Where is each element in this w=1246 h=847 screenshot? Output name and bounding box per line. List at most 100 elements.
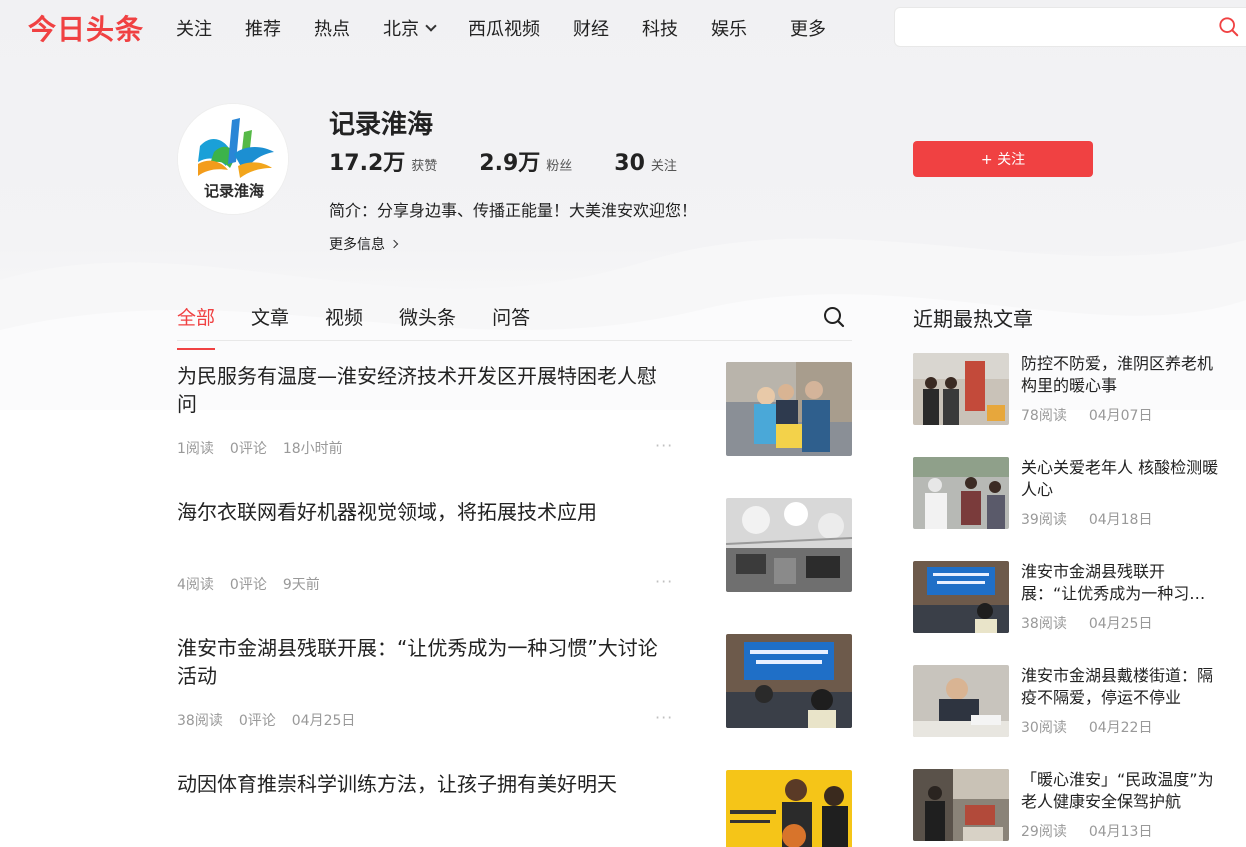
top-nav: 关注 推荐 热点 北京 西瓜视频 财经 科技 娱乐 更多	[176, 15, 859, 41]
hot-article-thumbnail[interactable]	[913, 561, 1009, 633]
sidebar-title: 近期最热文章	[913, 307, 1033, 331]
hot-article-reads: 30阅读	[1021, 720, 1067, 736]
hot-article-reads: 38阅读	[1021, 616, 1067, 632]
article-thumbnail[interactable]	[726, 498, 852, 592]
tab-videos[interactable]: 视频	[325, 303, 363, 342]
nav-item-entertainment[interactable]: 娱乐	[711, 15, 747, 41]
stat-fans-count: 2.9万	[479, 151, 541, 176]
more-options-icon[interactable]: ···	[655, 708, 673, 727]
article-thumbnail[interactable]	[726, 362, 852, 456]
hot-article-date: 04月25日	[1088, 616, 1153, 632]
hot-article-title[interactable]: 关心关爱老年人 核酸检测暖人心	[1021, 457, 1221, 501]
article-title[interactable]: 淮安市金湖县残联开展：“让优秀成为一种习惯”大讨论活动	[177, 634, 667, 690]
article-meta: 38阅读 0评论 04月25日	[177, 710, 371, 730]
article-comments: 0评论	[238, 713, 276, 729]
avatar-logo-text: 记录淮海	[204, 182, 264, 200]
article-time: 9天前	[282, 577, 320, 593]
hot-article-date: 04月18日	[1088, 512, 1153, 528]
article-meta: 4阅读 0评论 9天前	[177, 574, 336, 594]
toutiao-logo[interactable]: 今日头条	[28, 8, 144, 48]
nav-item-hot[interactable]: 热点	[314, 15, 350, 41]
stat-fans[interactable]: 2.9万 粉丝	[479, 145, 572, 177]
search-icon[interactable]	[822, 305, 846, 329]
tab-micro-posts[interactable]: 微头条	[399, 303, 456, 342]
avatar: 记录淮海	[177, 103, 289, 215]
nav-item-xigua[interactable]: 西瓜视频	[468, 15, 540, 41]
article-thumbnail[interactable]	[726, 770, 852, 847]
tabs-divider	[177, 340, 852, 341]
nav-item-recommend[interactable]: 推荐	[245, 15, 281, 41]
article-thumbnail[interactable]	[726, 634, 852, 728]
more-options-icon[interactable]: ···	[655, 572, 673, 591]
hot-article-title[interactable]: 淮安市金湖县残联开展：“让优秀成为一种习惯”大讨论活动	[1021, 561, 1221, 605]
stat-likes-count: 17.2万	[329, 151, 406, 176]
article-title[interactable]: 海尔衣联网看好机器视觉领域，将拓展技术应用	[177, 498, 667, 526]
more-options-icon[interactable]: ···	[655, 436, 673, 455]
stat-fans-label: 粉丝	[546, 159, 573, 174]
article-title[interactable]: 动因体育推崇科学训练方法，让孩子拥有美好明天	[177, 770, 667, 798]
nav-item-finance[interactable]: 财经	[573, 15, 609, 41]
follow-button[interactable]: + 关注	[913, 141, 1093, 177]
hot-article-thumbnail[interactable]	[913, 769, 1009, 841]
stat-likes-label: 获赞	[411, 159, 438, 174]
hot-article-title[interactable]: 「暖心淮安」“民政温度”为老人健康安全保驾护航	[1021, 769, 1221, 813]
hot-article-meta: 30阅读 04月22日	[1021, 717, 1174, 737]
article-reads: 38阅读	[177, 713, 223, 729]
tab-all[interactable]: 全部	[177, 303, 216, 350]
tab-articles[interactable]: 文章	[251, 303, 289, 342]
hot-article-thumbnail[interactable]	[913, 457, 1009, 529]
chevron-right-icon	[389, 239, 399, 249]
hot-article-title[interactable]: 防控不防爱，淮阴区养老机构里的暖心事	[1021, 353, 1221, 397]
hot-article-title[interactable]: 淮安市金湖县戴楼街道：隔疫不隔爱，停运不停业	[1021, 665, 1221, 709]
article-item[interactable]: 动因体育推崇科学训练方法，让孩子拥有美好明天	[177, 770, 852, 847]
search-input[interactable]	[894, 7, 1246, 47]
hot-article-meta: 39阅读 04月18日	[1021, 509, 1174, 529]
hot-article-meta: 78阅读 04月07日	[1021, 405, 1174, 425]
stat-following-label: 关注	[650, 159, 677, 174]
more-info-label: 更多信息	[329, 237, 385, 253]
hot-article-date: 04月07日	[1088, 408, 1153, 424]
stat-following[interactable]: 30 关注	[614, 151, 677, 176]
more-info-link[interactable]: 更多信息	[329, 234, 399, 254]
hot-article-item[interactable]: 「暖心淮安」“民政温度”为老人健康安全保驾护航 29阅读 04月13日	[913, 769, 1233, 841]
article-time: 04月25日	[291, 713, 356, 729]
nav-item-more[interactable]: 更多	[790, 15, 826, 41]
article-item[interactable]: 海尔衣联网看好机器视觉领域，将拓展技术应用 4阅读 0评论 9天前 ···	[177, 498, 852, 594]
article-time: 18小时前	[282, 441, 343, 457]
article-comments: 0评论	[229, 577, 267, 593]
article-item[interactable]: 为民服务有温度—淮安经济技术开发区开展特困老人慰问 1阅读 0评论 18小时前 …	[177, 362, 852, 458]
hot-article-item[interactable]: 淮安市金湖县戴楼街道：隔疫不隔爱，停运不停业 30阅读 04月22日	[913, 665, 1233, 737]
profile-stats: 17.2万 获赞 2.9万 粉丝 30 关注	[329, 145, 719, 177]
hot-article-date: 04月22日	[1088, 720, 1153, 736]
article-reads: 4阅读	[177, 577, 214, 593]
hot-article-reads: 39阅读	[1021, 512, 1067, 528]
content-tabs: 全部 文章 视频 微头条 问答	[177, 303, 566, 350]
hot-article-reads: 29阅读	[1021, 824, 1067, 840]
hot-article-thumbnail[interactable]	[913, 353, 1009, 425]
tab-qa[interactable]: 问答	[492, 303, 530, 342]
hot-article-meta: 29阅读 04月13日	[1021, 821, 1174, 841]
article-reads: 1阅读	[177, 441, 214, 457]
hot-article-meta: 38阅读 04月25日	[1021, 613, 1174, 633]
hot-article-date: 04月13日	[1088, 824, 1153, 840]
stat-likes: 17.2万 获赞	[329, 145, 437, 177]
article-meta: 1阅读 0评论 18小时前	[177, 438, 359, 458]
article-item[interactable]: 淮安市金湖县残联开展：“让优秀成为一种习惯”大讨论活动 38阅读 0评论 04月…	[177, 634, 852, 730]
article-title[interactable]: 为民服务有温度—淮安经济技术开发区开展特困老人慰问	[177, 362, 667, 418]
stat-following-count: 30	[614, 151, 645, 176]
profile-name: 记录淮海	[329, 110, 434, 140]
nav-item-follow[interactable]: 关注	[176, 15, 212, 41]
hot-article-thumbnail[interactable]	[913, 665, 1009, 737]
chevron-down-icon	[425, 19, 437, 32]
hot-article-item[interactable]: 防控不防爱，淮阴区养老机构里的暖心事 78阅读 04月07日	[913, 353, 1233, 425]
nav-item-tech[interactable]: 科技	[642, 15, 678, 41]
hot-article-item[interactable]: 关心关爱老年人 核酸检测暖人心 39阅读 04月18日	[913, 457, 1233, 529]
nav-item-city-label: 北京	[383, 19, 419, 40]
nav-item-city[interactable]: 北京	[383, 15, 437, 41]
search-icon[interactable]	[1218, 16, 1240, 38]
profile-bio: 简介：分享身边事、传播正能量！大美淮安欢迎您！	[329, 201, 698, 220]
article-comments: 0评论	[229, 441, 267, 457]
hot-article-item[interactable]: 淮安市金湖县残联开展：“让优秀成为一种习惯”大讨论活动 38阅读 04月25日	[913, 561, 1233, 633]
hot-article-reads: 78阅读	[1021, 408, 1067, 424]
avatar-logo-image: 记录淮海	[178, 104, 288, 214]
